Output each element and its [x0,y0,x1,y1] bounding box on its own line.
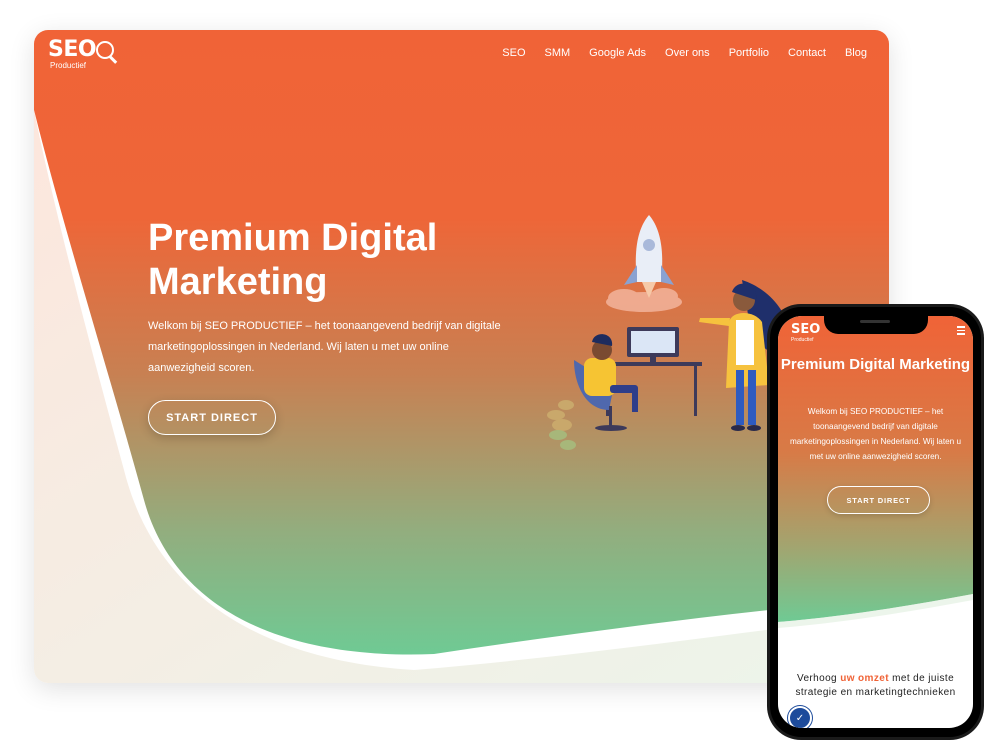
nav-item-google-ads[interactable]: Google Ads [589,47,646,59]
nav-item-smm[interactable]: SMM [545,47,571,59]
hero-title: Premium Digital Marketing [148,217,438,303]
nav-item-contact[interactable]: Contact [788,47,826,59]
tagline-accent: uw omzet [840,673,889,684]
mobile-tagline: Verhoog uw omzet met de juiste strategie… [778,672,973,700]
rocket-icon [624,215,674,298]
phone-notch [824,316,928,334]
mobile-logo[interactable]: SEO Productief [791,322,821,344]
nav-item-over-ons[interactable]: Over ons [665,47,710,59]
nav-item-seo[interactable]: SEO [502,47,525,59]
mobile-logo-subtitle: Productief [791,337,814,343]
phone-speaker [860,320,890,323]
smoke-cloud [606,288,682,312]
nav-item-portfolio[interactable]: Portfolio [729,47,769,59]
main-nav: SEO SMM Google Ads Over ons Portfolio Co… [483,47,867,59]
mobile-hero-background [778,316,973,628]
mobile-start-direct-button[interactable]: START DIRECT [827,486,930,514]
nav-item-blog[interactable]: Blog [845,47,867,59]
logo[interactable]: SEO Productief [48,37,118,70]
start-direct-button[interactable]: START DIRECT [148,400,276,435]
hero-illustration [547,215,789,450]
accessibility-icon[interactable]: ✓ [788,706,812,728]
logo-subtitle: Productief [50,61,87,70]
hamburger-icon[interactable] [957,326,965,337]
hero-text: Welkom bij SEO PRODUCTIEF – het toonaang… [148,320,501,374]
mobile-logo-mark: SEO [791,322,821,337]
mobile-mockup: SEO Productief Premium Digital Marketing… [767,304,984,740]
desk-top [602,362,702,366]
mobile-hero-title: Premium Digital Marketing [780,356,971,373]
logo-mark: SEO [48,37,97,62]
plant [547,400,576,450]
mobile-hero-text: Welkom bij SEO PRODUCTIEF – het toonaang… [789,407,962,461]
desktop-screenshot: SEO Productief SEO SMM Google Ads Over o… [34,30,889,683]
tagline-pre: Verhoog [796,673,841,684]
mobile-screen: SEO Productief Premium Digital Marketing… [778,316,973,728]
